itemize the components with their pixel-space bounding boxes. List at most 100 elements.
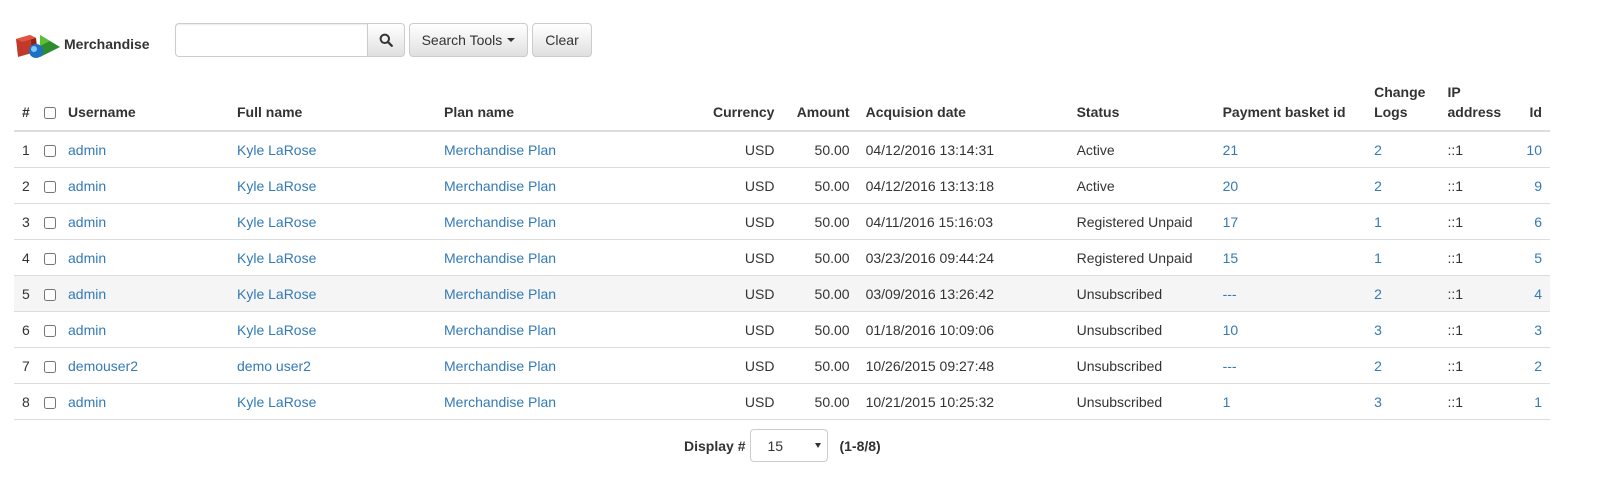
select-all-checkbox[interactable] xyxy=(44,107,56,120)
username-link[interactable]: admin xyxy=(68,322,106,338)
table-row: 8 admin Kyle LaRose Merchandise Plan USD… xyxy=(14,383,1550,420)
row-checkbox[interactable] xyxy=(44,396,56,409)
plan-link[interactable]: Merchandise Plan xyxy=(444,250,556,266)
fullname-link[interactable]: Kyle LaRose xyxy=(237,286,316,302)
row-checkbox[interactable] xyxy=(44,324,56,337)
row-checkbox[interactable] xyxy=(44,360,56,373)
id-link[interactable]: 3 xyxy=(1534,322,1542,338)
fullname-link[interactable]: Kyle LaRose xyxy=(237,322,316,338)
logs-link[interactable]: 2 xyxy=(1374,142,1382,158)
cell-select xyxy=(40,203,60,240)
fullname-link[interactable]: Kyle LaRose xyxy=(237,250,316,266)
table-header-row: # Username Full name Plan name Currency … xyxy=(14,76,1550,132)
header-change-logs[interactable]: Change Logs xyxy=(1366,76,1440,132)
cell-currency: USD xyxy=(698,347,783,384)
logs-link[interactable]: 2 xyxy=(1374,286,1382,302)
header-username[interactable]: Username xyxy=(60,76,229,132)
row-checkbox[interactable] xyxy=(44,288,56,301)
search-button[interactable] xyxy=(366,23,405,57)
header-amount[interactable]: Amount xyxy=(782,76,858,132)
fullname-link[interactable]: Kyle LaRose xyxy=(237,394,316,410)
table-row: 5 admin Kyle LaRose Merchandise Plan USD… xyxy=(14,275,1550,312)
logs-link[interactable]: 1 xyxy=(1374,250,1382,266)
id-link[interactable]: 4 xyxy=(1534,286,1542,302)
basket-link[interactable]: 15 xyxy=(1223,250,1239,266)
cell-currency: USD xyxy=(698,275,783,312)
row-checkbox[interactable] xyxy=(44,216,56,229)
header-index: # xyxy=(14,76,40,132)
id-link[interactable]: 1 xyxy=(1534,394,1542,410)
basket-link[interactable]: 10 xyxy=(1223,322,1239,338)
basket-link[interactable]: 21 xyxy=(1223,142,1239,158)
header-ip-address[interactable]: IP address xyxy=(1439,76,1516,132)
header-payment-basket[interactable]: Payment basket id xyxy=(1214,76,1367,132)
cell-select xyxy=(40,130,60,168)
username-link[interactable]: admin xyxy=(68,178,106,194)
username-link[interactable]: admin xyxy=(68,394,106,410)
username-link[interactable]: admin xyxy=(68,286,106,302)
header-status[interactable]: Status xyxy=(1068,76,1215,132)
cell-fullname: Kyle LaRose xyxy=(229,239,436,276)
id-link[interactable]: 2 xyxy=(1534,358,1542,374)
fullname-link[interactable]: Kyle LaRose xyxy=(237,142,316,158)
username-link[interactable]: admin xyxy=(68,250,106,266)
record-range: (1-8/8) xyxy=(839,437,881,454)
cell-select xyxy=(40,383,60,420)
basket-link[interactable]: 17 xyxy=(1223,214,1239,230)
header-planname[interactable]: Plan name xyxy=(436,76,698,132)
cell-status: Registered Unpaid xyxy=(1068,203,1215,240)
logs-link[interactable]: 3 xyxy=(1374,394,1382,410)
header-currency[interactable]: Currency xyxy=(698,76,783,132)
header-id[interactable]: Id xyxy=(1515,76,1550,132)
id-link[interactable]: 6 xyxy=(1534,214,1542,230)
merchandise-icon xyxy=(16,35,60,58)
fullname-link[interactable]: demo user2 xyxy=(237,358,311,374)
header-fullname[interactable]: Full name xyxy=(229,76,436,132)
row-checkbox[interactable] xyxy=(44,252,56,265)
id-link[interactable]: 5 xyxy=(1534,250,1542,266)
logs-link[interactable]: 1 xyxy=(1374,214,1382,230)
username-link[interactable]: demouser2 xyxy=(68,358,138,374)
row-checkbox[interactable] xyxy=(44,144,56,157)
logs-link[interactable]: 2 xyxy=(1374,178,1382,194)
plan-link[interactable]: Merchandise Plan xyxy=(444,214,556,230)
cell-id: 6 xyxy=(1515,203,1550,240)
basket-link[interactable]: 20 xyxy=(1223,178,1239,194)
username-link[interactable]: admin xyxy=(68,214,106,230)
cell-select xyxy=(40,239,60,276)
cell-fullname: Kyle LaRose xyxy=(229,311,436,348)
display-count-select[interactable]: 15 xyxy=(750,429,829,462)
cell-date: 04/12/2016 13:13:18 xyxy=(857,167,1069,204)
search-input[interactable] xyxy=(174,23,367,57)
cell-amount: 50.00 xyxy=(782,347,858,384)
header-acquisition-date[interactable]: Acquision date xyxy=(857,76,1069,132)
search-tools-button[interactable]: Search Tools xyxy=(408,23,529,57)
table-row: 2 admin Kyle LaRose Merchandise Plan USD… xyxy=(14,167,1550,204)
logs-link[interactable]: 2 xyxy=(1374,358,1382,374)
header-select-all xyxy=(40,76,60,132)
display-count-value: 15 xyxy=(767,437,784,454)
search-group xyxy=(174,23,405,57)
cell-fullname: Kyle LaRose xyxy=(229,275,436,312)
fullname-link[interactable]: Kyle LaRose xyxy=(237,178,316,194)
plan-link[interactable]: Merchandise Plan xyxy=(444,322,556,338)
cell-index: 6 xyxy=(14,311,40,348)
plan-link[interactable]: Merchandise Plan xyxy=(444,178,556,194)
basket-link[interactable]: 1 xyxy=(1223,394,1231,410)
plan-link[interactable]: Merchandise Plan xyxy=(444,358,556,374)
id-link[interactable]: 9 xyxy=(1534,178,1542,194)
logs-link[interactable]: 3 xyxy=(1374,322,1382,338)
basket-link[interactable]: --- xyxy=(1223,358,1237,374)
clear-button[interactable]: Clear xyxy=(532,23,592,57)
username-link[interactable]: admin xyxy=(68,142,106,158)
plan-link[interactable]: Merchandise Plan xyxy=(444,394,556,410)
basket-link[interactable]: --- xyxy=(1223,286,1237,302)
row-checkbox[interactable] xyxy=(44,180,56,193)
cell-logs: 2 xyxy=(1366,167,1440,204)
plan-link[interactable]: Merchandise Plan xyxy=(444,142,556,158)
id-link[interactable]: 10 xyxy=(1526,142,1542,158)
plan-link[interactable]: Merchandise Plan xyxy=(444,286,556,302)
cell-date: 03/23/2016 09:44:24 xyxy=(857,239,1069,276)
cell-id: 9 xyxy=(1515,167,1550,204)
fullname-link[interactable]: Kyle LaRose xyxy=(237,214,316,230)
